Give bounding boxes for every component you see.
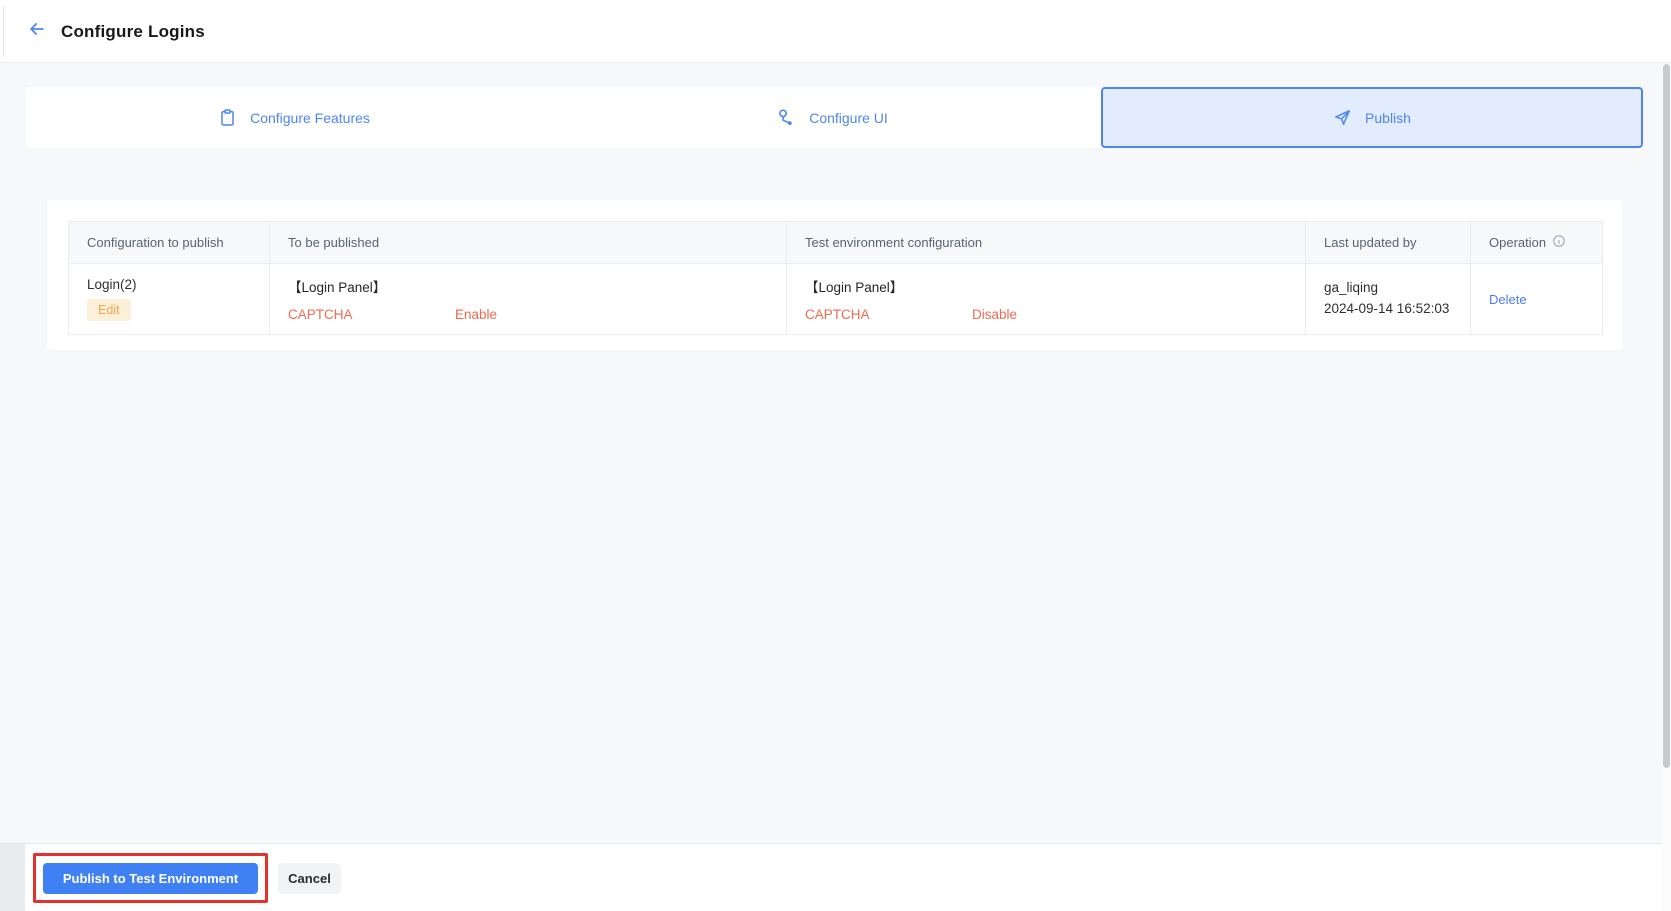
table-row: Login(2) Edit 【Login Panel】 CAPTCHA Enab…	[69, 264, 1603, 335]
tab-label: Configure UI	[809, 110, 888, 126]
publish-table: Configuration to publish To be published…	[68, 221, 1603, 335]
page-header: Configure Logins	[0, 0, 1671, 63]
clipboard-icon	[218, 108, 237, 127]
cell-operation: Delete	[1471, 264, 1603, 335]
footer-left-strip	[0, 844, 25, 911]
arrow-left-icon	[27, 19, 47, 44]
page-title: Configure Logins	[61, 0, 205, 63]
feature-name: CAPTCHA	[288, 307, 455, 322]
tab-publish[interactable]: Publish	[1101, 87, 1643, 148]
delete-link[interactable]: Delete	[1489, 292, 1527, 307]
tab-configure-features[interactable]: Configure Features	[25, 87, 563, 148]
panel-name: 【Login Panel】	[805, 276, 1305, 296]
col-configuration-to-publish: Configuration to publish	[69, 222, 270, 264]
tab-label: Publish	[1365, 110, 1411, 126]
cell-test-environment: 【Login Panel】 CAPTCHA Disable	[787, 264, 1306, 335]
feature-name: CAPTCHA	[805, 307, 972, 322]
panel-name: 【Login Panel】	[288, 276, 786, 296]
col-last-updated-by: Last updated by	[1306, 222, 1471, 264]
feature-state: Disable	[972, 307, 1017, 322]
vector-path-icon	[776, 108, 796, 128]
publish-to-test-button[interactable]: Publish to Test Environment	[43, 863, 258, 894]
send-icon	[1333, 108, 1352, 127]
col-to-be-published: To be published	[270, 222, 787, 264]
col-test-environment-configuration: Test environment configuration	[787, 222, 1306, 264]
col-operation: Operation	[1471, 222, 1603, 264]
footer-bar: Publish to Test Environment Cancel	[0, 843, 1671, 911]
feature-state: Enable	[455, 307, 497, 322]
status-badge-edit: Edit	[87, 299, 131, 322]
tab-configure-ui[interactable]: Configure UI	[563, 87, 1101, 148]
tab-bar: Configure Features Configure UI Publish	[25, 87, 1643, 148]
updated-at: 2024-09-14 16:52:03	[1324, 299, 1470, 320]
config-name: Login(2)	[87, 277, 269, 292]
back-button[interactable]	[26, 20, 48, 42]
scrollbar-thumb[interactable]	[1663, 64, 1670, 768]
info-icon[interactable]	[1552, 234, 1566, 251]
tab-label: Configure Features	[250, 110, 370, 126]
table-header-row: Configuration to publish To be published…	[69, 222, 1603, 264]
cancel-button[interactable]: Cancel	[278, 863, 341, 894]
publish-table-card: Configuration to publish To be published…	[47, 200, 1623, 350]
header-left-divider	[3, 6, 4, 57]
cell-to-be-published: 【Login Panel】 CAPTCHA Enable	[270, 264, 787, 335]
cell-last-updated: ga_liqing 2024-09-14 16:52:03	[1306, 264, 1471, 335]
cell-configuration: Login(2) Edit	[69, 264, 270, 335]
scrollbar-track	[1662, 64, 1671, 911]
updated-by: ga_liqing	[1324, 278, 1470, 299]
publish-highlight-box: Publish to Test Environment	[33, 853, 268, 903]
